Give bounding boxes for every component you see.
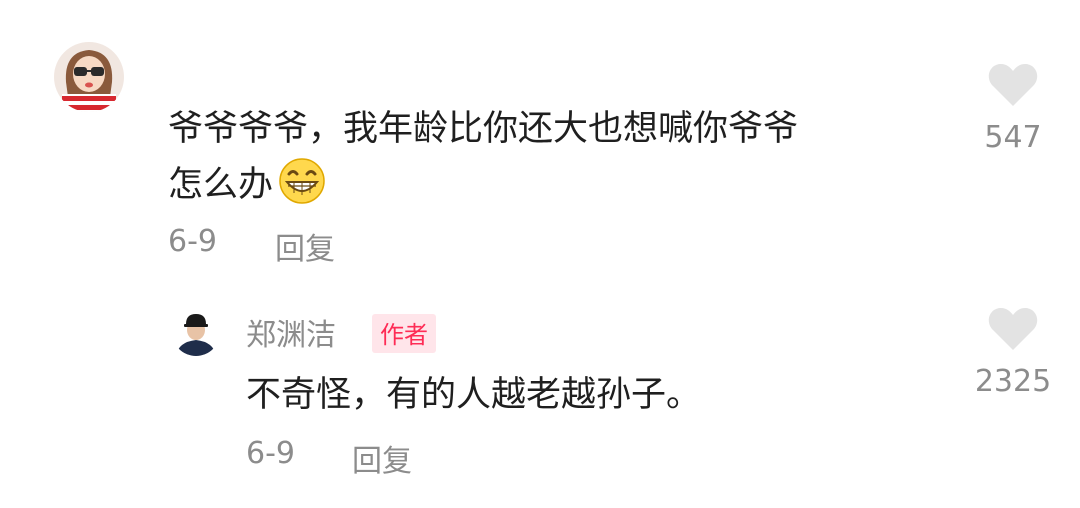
comment-thread: 爷爷爷爷，我年龄比你还大也想喊你爷爷 怎么办 6-9 回复 547 郑渊洁 作者… (0, 0, 1080, 508)
comment-like-button[interactable]: 547 (978, 62, 1048, 155)
comment-date: 6-9 (168, 224, 217, 259)
comment-text-line-2-label: 怎么办 (168, 165, 274, 205)
reply-like-count: 2325 (974, 364, 1052, 399)
heart-icon (987, 306, 1039, 352)
author-badge: 作者 (372, 314, 436, 353)
reply-text: 不奇怪，有的人越老越孙子。 (246, 375, 702, 415)
reply-like-button[interactable]: 2325 (968, 306, 1058, 399)
comment-text-line-2: 怎么办 (168, 156, 327, 215)
reply-author-avatar[interactable] (172, 308, 220, 356)
comment-reply-button[interactable]: 回复 (275, 224, 335, 268)
comment-like-count: 547 (984, 120, 1042, 155)
reply-username[interactable]: 郑渊洁 (246, 310, 336, 354)
reply-reply-button[interactable]: 回复 (352, 436, 412, 480)
heart-icon (987, 62, 1039, 108)
grinning-face-emoji-icon (277, 156, 327, 215)
reply-date: 6-9 (246, 436, 295, 471)
commenter-avatar[interactable] (54, 42, 124, 112)
comment-text-line-1: 爷爷爷爷，我年龄比你还大也想喊你爷爷 (168, 109, 799, 149)
